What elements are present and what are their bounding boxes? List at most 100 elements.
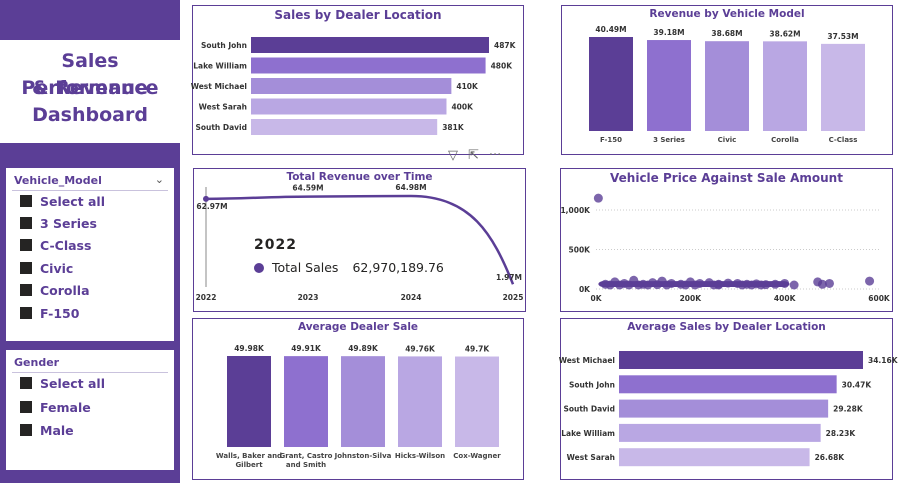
category-label: Lake William xyxy=(193,62,247,71)
category-label: South John xyxy=(201,41,247,50)
scatter-point xyxy=(643,280,653,290)
bar xyxy=(398,356,442,447)
data-label: 49.98K xyxy=(234,344,265,353)
bar xyxy=(251,37,489,53)
category-label: and Smith xyxy=(286,461,326,469)
data-label: 26.68K xyxy=(815,453,846,462)
checkbox-icon[interactable] xyxy=(20,284,32,296)
scatter-point xyxy=(770,279,780,289)
checkbox-icon[interactable] xyxy=(20,307,32,319)
gender-option-female[interactable]: Female xyxy=(20,398,91,416)
data-label: 49.89K xyxy=(348,344,379,353)
data-label: 29.28K xyxy=(833,405,864,414)
category-label: South David xyxy=(563,405,615,414)
scatter-point xyxy=(593,193,603,203)
vehicle-option-f-150[interactable]: F-150 xyxy=(20,304,79,322)
checkbox-icon[interactable] xyxy=(20,262,32,274)
category-label: South David xyxy=(195,123,247,132)
bar xyxy=(284,356,328,447)
vehicle-option-3-series[interactable]: 3 Series xyxy=(20,214,97,232)
category-label: 3 Series xyxy=(653,136,685,144)
revenue-by-vehicle-model-card[interactable]: Revenue by Vehicle Model 40.49M F-150 39.1… xyxy=(561,5,893,155)
gender-option-select-all[interactable]: Select all xyxy=(20,374,105,392)
vehicle-option-corolla[interactable]: Corolla xyxy=(20,281,90,299)
option-label: Female xyxy=(40,399,91,415)
vehicle-option-c-class[interactable]: C-Class xyxy=(20,236,91,254)
data-label: 410K xyxy=(456,82,479,91)
scatter-point xyxy=(865,276,875,286)
scatter-point xyxy=(681,280,691,290)
scatter-point xyxy=(824,278,834,288)
vehicle-option-civic[interactable]: Civic xyxy=(20,259,73,277)
tooltip-series: Total Sales 62,970,189.76 xyxy=(254,260,444,275)
bar xyxy=(619,375,837,394)
bar xyxy=(763,41,807,131)
checkbox-icon[interactable] xyxy=(20,401,32,413)
scatter-point xyxy=(747,280,757,290)
checkbox-icon[interactable] xyxy=(20,195,32,207)
option-label: 3 Series xyxy=(40,215,97,231)
vehicle-model-slicer: Vehicle_Model ⌄ Select all 3 Series C-Cl… xyxy=(6,168,174,341)
option-label: F-150 xyxy=(40,305,80,321)
total-revenue-over-time-card[interactable]: Total Revenue over Time 62.97M 2022 64.59M… xyxy=(193,168,526,312)
y-tick-label: 0K xyxy=(579,285,591,294)
dashboard-title-line-2: & Revenue xyxy=(32,77,148,99)
category-label: Hicks-Wilson xyxy=(395,452,445,460)
data-label: 49.7K xyxy=(465,345,491,354)
data-label: 400K xyxy=(451,103,474,112)
dashboard-title-line-3: Dashboard xyxy=(32,104,148,126)
tooltip-year: 2022 xyxy=(254,237,297,253)
data-label: 38.62M xyxy=(769,29,800,38)
data-label: 480K xyxy=(491,62,514,71)
category-label: C-Class xyxy=(829,136,858,144)
bar xyxy=(227,356,271,447)
bar xyxy=(619,448,810,467)
x-tick-label: 2025 xyxy=(503,293,524,302)
sales-by-dealer-location-card[interactable]: Sales by Dealer Location South John 487K L… xyxy=(191,5,524,155)
data-label: 381K xyxy=(442,123,465,132)
average-sales-by-dealer-location-chart: West Michael 34.16K South John 30.47K South … xyxy=(559,351,898,467)
data-label: 62.97M xyxy=(196,202,227,211)
option-label: Select all xyxy=(40,375,105,391)
average-dealer-sale-card[interactable]: Average Dealer Sale 49.98K Walls, Baker a… xyxy=(192,318,524,480)
data-label: 34.16K xyxy=(868,356,898,365)
category-label: West Michael xyxy=(559,356,615,365)
data-label: 1.97M xyxy=(496,273,522,282)
average-sales-by-dealer-location-card[interactable]: Average Sales by Dealer Location West Mi… xyxy=(559,318,898,480)
gender-slicer: Gender Select all Female Male xyxy=(6,350,174,470)
x-tick-label: 0K xyxy=(590,294,602,303)
bar xyxy=(619,423,821,442)
category-label: Walls, Baker and xyxy=(216,452,282,460)
chevron-down-icon[interactable]: ⌄ xyxy=(155,173,164,186)
more-options-icon[interactable]: ··· xyxy=(489,148,501,163)
filter-icon[interactable]: ▽ xyxy=(448,148,458,163)
category-label: Johnston-Silva xyxy=(334,452,392,460)
data-label: 40.49M xyxy=(595,25,626,34)
checkbox-icon[interactable] xyxy=(20,239,32,251)
checkbox-icon[interactable] xyxy=(20,424,32,436)
category-label: Grant, Castro xyxy=(280,452,333,460)
bar xyxy=(821,43,865,131)
vehicle-price-vs-sale-amount-card[interactable]: Vehicle Price Against Sale Amount 0K 500K… xyxy=(560,168,893,312)
revenue-by-vehicle-model-chart: 40.49M F-150 39.18M 3 Series 38.68M Civic 38.6… xyxy=(589,25,865,144)
category-label: Lake William xyxy=(561,429,615,438)
total-revenue-over-time-chart: 62.97M 2022 64.59M 2023 64.98M 2024 1.97M 2025 xyxy=(196,183,524,302)
option-label: C-Class xyxy=(40,237,92,253)
tooltip-series-label: Total Sales xyxy=(272,260,339,275)
focus-mode-icon[interactable]: ⇱ xyxy=(468,148,479,163)
data-label: 37.53M xyxy=(827,32,858,41)
category-label: West Michael xyxy=(191,82,247,91)
scatter-point xyxy=(723,278,733,288)
scatter-point xyxy=(709,280,719,290)
bar xyxy=(251,57,486,74)
x-tick-label: 2024 xyxy=(401,293,422,302)
gender-option-male[interactable]: Male xyxy=(20,421,74,439)
data-label: 39.18M xyxy=(653,28,684,37)
checkbox-icon[interactable] xyxy=(20,217,32,229)
x-tick-label: 400K xyxy=(774,294,797,303)
checkbox-icon[interactable] xyxy=(20,377,32,389)
vehicle-price-vs-sale-amount-chart: 0K 500K 1,000K 0K 200K 400K 600K xyxy=(560,193,891,303)
vehicle-option-select-all[interactable]: Select all xyxy=(20,192,105,210)
y-tick-label: 1,000K xyxy=(560,206,591,215)
scatter-point xyxy=(633,280,643,290)
